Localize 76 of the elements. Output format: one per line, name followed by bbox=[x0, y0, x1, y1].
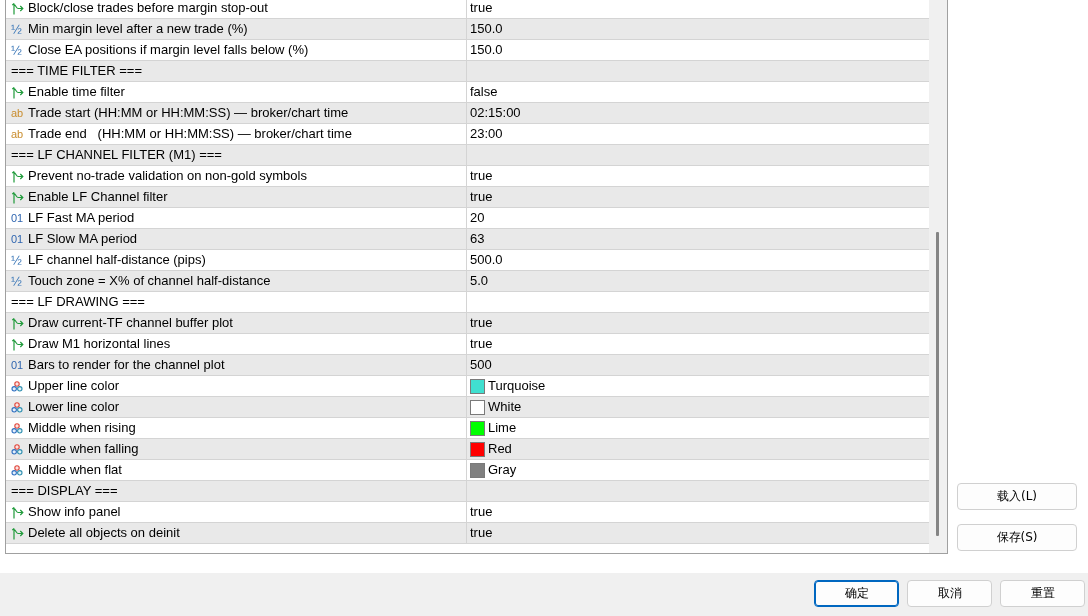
parameter-value[interactable]: true bbox=[470, 525, 493, 541]
three-rings-icon bbox=[11, 380, 23, 392]
branch-arrow-icon bbox=[11, 190, 24, 204]
half-glyph-icon: ½ bbox=[11, 22, 22, 36]
parameter-name: Touch zone = X% of channel half-distance bbox=[28, 273, 271, 289]
half-glyph-icon: ½ bbox=[11, 274, 22, 288]
parameter-name: Bars to render for the channel plot bbox=[28, 357, 225, 373]
parameter-value[interactable]: true bbox=[470, 189, 493, 205]
branch-arrow-icon bbox=[11, 85, 24, 99]
parameter-value[interactable]: 500.0 bbox=[470, 252, 503, 268]
three-rings-icon bbox=[11, 401, 23, 413]
digits-glyph-icon: 01 bbox=[11, 211, 24, 225]
branch-arrow-icon bbox=[11, 337, 24, 351]
parameter-value[interactable]: 23:00 bbox=[470, 126, 503, 142]
digits-glyph-icon: 01 bbox=[11, 232, 24, 246]
parameter-name: Upper line color bbox=[28, 378, 120, 394]
parameter-name: Middle when flat bbox=[28, 462, 122, 478]
parameter-value[interactable]: 63 bbox=[470, 231, 485, 247]
parameter-value[interactable]: Red bbox=[488, 441, 512, 457]
parameter-name: Enable LF Channel filter bbox=[28, 189, 168, 205]
parameter-name: Enable time filter bbox=[28, 84, 125, 100]
side-button[interactable]: 载入(L) bbox=[957, 483, 1077, 510]
parameter-name: Middle when rising bbox=[28, 420, 136, 436]
three-rings-icon bbox=[11, 464, 23, 476]
parameter-name: Prevent no-trade validation on non-gold symbols bbox=[28, 168, 307, 184]
parameter-name: Lower line color bbox=[28, 399, 120, 415]
ab-glyph-icon: ab bbox=[11, 106, 24, 120]
parameter-name: Trade end (HH:MM or HH:MM:SS) — broker/chart time bbox=[28, 126, 352, 142]
section-header: === TIME FILTER === bbox=[11, 63, 143, 79]
parameter-value[interactable]: White bbox=[488, 399, 522, 415]
parameter-name: Trade start (HH:MM or HH:MM:SS) — broker/chart time bbox=[28, 105, 349, 121]
ab-glyph-icon: ab bbox=[11, 127, 24, 141]
parameter-name: LF Fast MA period bbox=[28, 210, 135, 226]
parameter-value[interactable]: true bbox=[470, 336, 493, 352]
parameter-value[interactable]: 02:15:00 bbox=[470, 105, 521, 121]
parameter-name: Delete all objects on deinit bbox=[28, 525, 180, 541]
half-glyph-icon: ½ bbox=[11, 43, 22, 57]
parameter-name: Close EA positions if margin level falls below (%) bbox=[28, 42, 309, 58]
parameter-value[interactable]: 20 bbox=[470, 210, 485, 226]
three-rings-icon bbox=[11, 422, 23, 434]
branch-arrow-icon bbox=[11, 1, 24, 15]
parameter-name: LF Slow MA period bbox=[28, 231, 138, 247]
parameter-value[interactable]: false bbox=[470, 84, 498, 100]
parameter-name: Middle when falling bbox=[28, 441, 139, 457]
parameter-name: Draw current-TF channel buffer plot bbox=[28, 315, 233, 331]
scrollbar[interactable] bbox=[929, 0, 947, 553]
parameter-value[interactable]: Turquoise bbox=[488, 378, 546, 394]
digits-glyph-icon: 01 bbox=[11, 358, 24, 372]
parameter-value[interactable]: 150.0 bbox=[470, 42, 503, 58]
parameter-value[interactable]: true bbox=[470, 0, 493, 16]
three-rings-icon bbox=[11, 443, 23, 455]
parameter-name: LF channel half-distance (pips) bbox=[28, 252, 206, 268]
parameter-value[interactable]: true bbox=[470, 504, 493, 520]
branch-arrow-icon bbox=[11, 169, 24, 183]
parameter-name: Block/close trades before margin stop-out bbox=[28, 0, 268, 16]
dialog-button[interactable]: 取消 bbox=[907, 580, 992, 607]
side-button[interactable]: 保存(S) bbox=[957, 524, 1077, 551]
section-header: === LF DRAWING === bbox=[11, 294, 145, 310]
parameter-name: Draw M1 horizontal lines bbox=[28, 336, 171, 352]
parameter-value[interactable]: 5.0 bbox=[470, 273, 489, 289]
parameter-name: Show info panel bbox=[28, 504, 121, 520]
parameter-value[interactable]: true bbox=[470, 168, 493, 184]
parameter-value[interactable]: 150.0 bbox=[470, 21, 503, 37]
branch-arrow-icon bbox=[11, 505, 24, 519]
parameter-value[interactable]: Gray bbox=[488, 462, 517, 478]
half-glyph-icon: ½ bbox=[11, 253, 22, 267]
parameter-value[interactable]: Lime bbox=[488, 420, 517, 436]
dialog-button[interactable]: 确定 bbox=[814, 580, 899, 607]
dialog-button[interactable]: 重置 bbox=[1000, 580, 1085, 607]
parameter-value[interactable]: true bbox=[470, 315, 493, 331]
branch-arrow-icon bbox=[11, 526, 24, 540]
section-header: === LF CHANNEL FILTER (M1) === bbox=[11, 147, 222, 163]
branch-arrow-icon bbox=[11, 316, 24, 330]
parameter-value[interactable]: 500 bbox=[470, 357, 492, 373]
section-header: === DISPLAY === bbox=[11, 483, 118, 499]
parameter-name: Min margin level after a new trade (%) bbox=[28, 21, 248, 37]
